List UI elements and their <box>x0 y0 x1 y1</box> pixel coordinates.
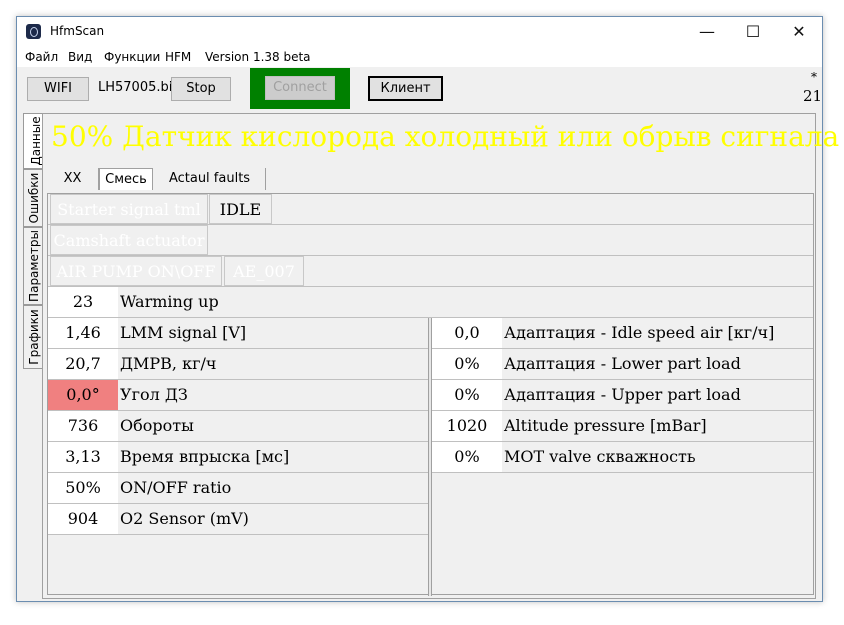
maximize-button[interactable]: ☐ <box>730 17 776 47</box>
left-param-row: 50% ON/OFF ratio <box>48 473 428 504</box>
right-param-value: 0,0 <box>432 318 502 348</box>
right-param-row: 0,0 Адаптация - Idle speed air [кг/ч] <box>432 318 813 349</box>
menu-hfm[interactable]: HFM <box>165 50 191 64</box>
left-param-label: Угол ДЗ <box>120 385 188 404</box>
right-param-label: MOT valve скважность <box>504 447 696 466</box>
minimize-button[interactable]: — <box>684 17 730 47</box>
right-param-label: Altitude pressure [mBar] <box>504 416 707 435</box>
menu-file[interactable]: Файл <box>25 50 58 64</box>
warming-row: 23 Warming up <box>48 287 813 318</box>
app-window: HfmScan — ☐ ✕ Файл Вид Функции HFM Versi… <box>16 16 839 602</box>
left-param-value: 1,46 <box>48 318 118 348</box>
starter-signal-indicator: Starter signal tml 50 <box>50 194 208 249</box>
warming-label: Warming up <box>120 292 219 311</box>
warming-value: 23 <box>48 287 118 317</box>
tab-xx[interactable]: XX <box>47 168 99 190</box>
side-tab-errors-label: Ошибки <box>27 172 41 224</box>
idle-indicator: IDLE <box>209 194 272 224</box>
file-name-label: LH57005.bin <box>98 80 181 95</box>
side-tab-parameters-label: Параметры <box>27 230 41 302</box>
signal-row-2: Camshaft actuator <box>48 225 813 256</box>
window-title: HfmScan <box>50 24 105 38</box>
wifi-button[interactable]: WIFI <box>27 77 89 101</box>
tab-faults[interactable]: Actaul faults data <box>154 168 266 208</box>
left-param-row: 904 O2 Sensor (mV) <box>48 504 428 535</box>
client-button[interactable]: Клиент <box>368 76 443 101</box>
close-button[interactable]: ✕ <box>776 17 822 47</box>
app-icon <box>26 24 41 39</box>
signal-row-1: Starter signal tml 50 IDLE <box>48 194 813 249</box>
right-param-row: 0% Адаптация - Lower part load <box>432 349 813 380</box>
right-param-label: Адаптация - Lower part load <box>504 354 741 373</box>
connect-frame: Connect <box>250 68 350 109</box>
left-param-label: Обороты <box>120 416 194 435</box>
menu-bar: Файл Вид Функции HFM Version 1.38 beta <box>17 47 822 67</box>
left-param-value: 20,7 <box>48 349 118 379</box>
left-param-value: 736 <box>48 411 118 441</box>
ae-007-indicator: AE_007 <box>224 256 304 286</box>
left-param-value: 904 <box>48 504 118 534</box>
right-param-label: Адаптация - Idle speed air [кг/ч] <box>504 323 775 342</box>
right-param-value: 0% <box>432 442 502 472</box>
toolbar: WIFI LH57005.bin Stop Connect Клиент * 2… <box>17 67 822 111</box>
right-param-row: 0% Адаптация - Upper part load <box>432 380 813 411</box>
side-tab-graphs-label: Графики <box>27 309 41 365</box>
parameters-grid: Starter signal tml 50 IDLE Camshaft actu… <box>47 193 814 596</box>
camshaft-indicator: Camshaft actuator <box>50 225 208 255</box>
left-param-label: Время впрыска [мс] <box>120 447 290 466</box>
title-bar: HfmScan — ☐ ✕ <box>17 17 822 47</box>
left-param-label: ДМРВ, кг/ч <box>120 354 217 373</box>
left-param-label: LMM signal [V] <box>120 323 247 342</box>
left-param-row: 0,0° Угол ДЗ <box>48 380 428 411</box>
menu-functions[interactable]: Функции <box>104 50 160 64</box>
menu-view[interactable]: Вид <box>68 50 92 64</box>
left-param-row: 1,46 LMM signal [V] <box>48 318 428 349</box>
status-star: * <box>811 70 817 84</box>
tab-mixture[interactable]: Смесь <box>99 168 153 190</box>
throttle-angle-value: 0,0° <box>48 380 118 410</box>
left-param-row: 736 Обороты <box>48 411 428 442</box>
left-param-row: 3,13 Время впрыска [мс] <box>48 442 428 473</box>
alert-message: 50% Датчик кислорода холодный или обрыв … <box>51 120 840 153</box>
side-tab-data-label: Данные <box>28 116 43 166</box>
menu-version[interactable]: Version 1.38 beta <box>205 50 311 64</box>
left-param-label: ON/OFF ratio <box>120 478 232 497</box>
right-param-row: 1020 Altitude pressure [mBar] <box>432 411 813 442</box>
left-param-value: 50% <box>48 473 118 503</box>
stop-button[interactable]: Stop <box>171 77 231 101</box>
right-param-value: 0% <box>432 349 502 379</box>
right-param-row: 0% MOT valve скважность <box>432 442 813 473</box>
left-param-row: 20,7 ДМРВ, кг/ч <box>48 349 428 380</box>
right-param-label: Адаптация - Upper part load <box>504 385 741 404</box>
left-param-value: 3,13 <box>48 442 118 472</box>
right-param-value: 0% <box>432 380 502 410</box>
right-param-value: 1020 <box>432 411 502 441</box>
air-pump-indicator: AIR PUMP ON\OFF <box>50 256 222 286</box>
status-counter: 21 <box>803 87 823 105</box>
signal-row-3: AIR PUMP ON\OFF AE_007 <box>48 256 813 287</box>
left-param-label: O2 Sensor (mV) <box>120 509 249 528</box>
connect-button[interactable]: Connect <box>265 76 335 100</box>
